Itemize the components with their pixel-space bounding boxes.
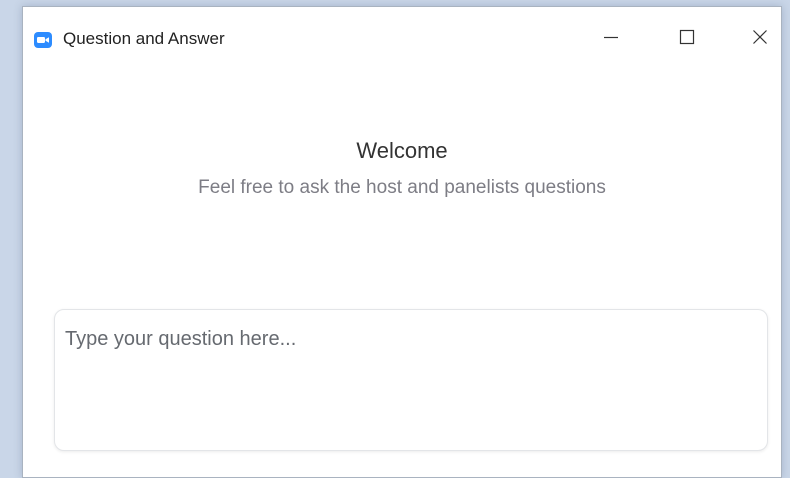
window-title: Question and Answer [63,29,225,48]
welcome-heading: Welcome [356,138,448,163]
question-box[interactable] [54,309,768,451]
qa-window: Question and Answer Welcome Feel free to… [22,6,782,478]
maximize-icon [679,29,695,50]
maximize-button[interactable] [664,21,710,57]
welcome-subtitle: Feel free to ask the host and panelists … [198,177,606,198]
title-bar[interactable]: Question and Answer [23,7,781,67]
question-input[interactable] [65,328,755,438]
minimize-button[interactable] [588,21,634,57]
close-button[interactable] [737,21,783,57]
minimize-icon [603,29,619,50]
close-icon [752,29,768,50]
zoom-video-icon [34,32,52,48]
